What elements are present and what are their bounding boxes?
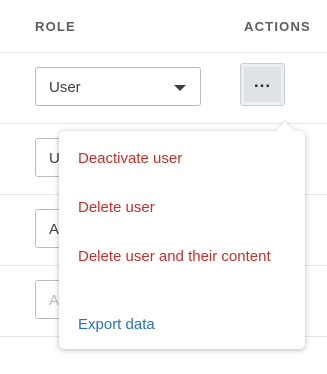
role-select-value: User: [49, 79, 81, 96]
actions-column-header: ACTIONS: [244, 19, 311, 34]
role-select[interactable]: User: [35, 67, 201, 106]
table-row: User ...: [0, 53, 327, 124]
chevron-down-icon: [174, 85, 186, 91]
more-options-icon: ...: [253, 72, 272, 91]
actions-menu-button[interactable]: ...: [240, 63, 285, 106]
user-actions-menu: Deactivate user Delete user Delete user …: [59, 121, 305, 349]
menu-item-delete-user-and-content[interactable]: Delete user and their content: [78, 247, 288, 266]
role-column-header: ROLE: [35, 19, 76, 34]
menu-item-delete-user[interactable]: Delete user: [78, 198, 288, 217]
menu-item-deactivate-user[interactable]: Deactivate user: [78, 149, 288, 168]
table-header: ROLE ACTIONS: [0, 0, 327, 53]
role-select-value: A: [49, 292, 60, 309]
menu-item-export-data[interactable]: Export data: [78, 315, 288, 334]
role-select-value: A: [49, 221, 60, 238]
